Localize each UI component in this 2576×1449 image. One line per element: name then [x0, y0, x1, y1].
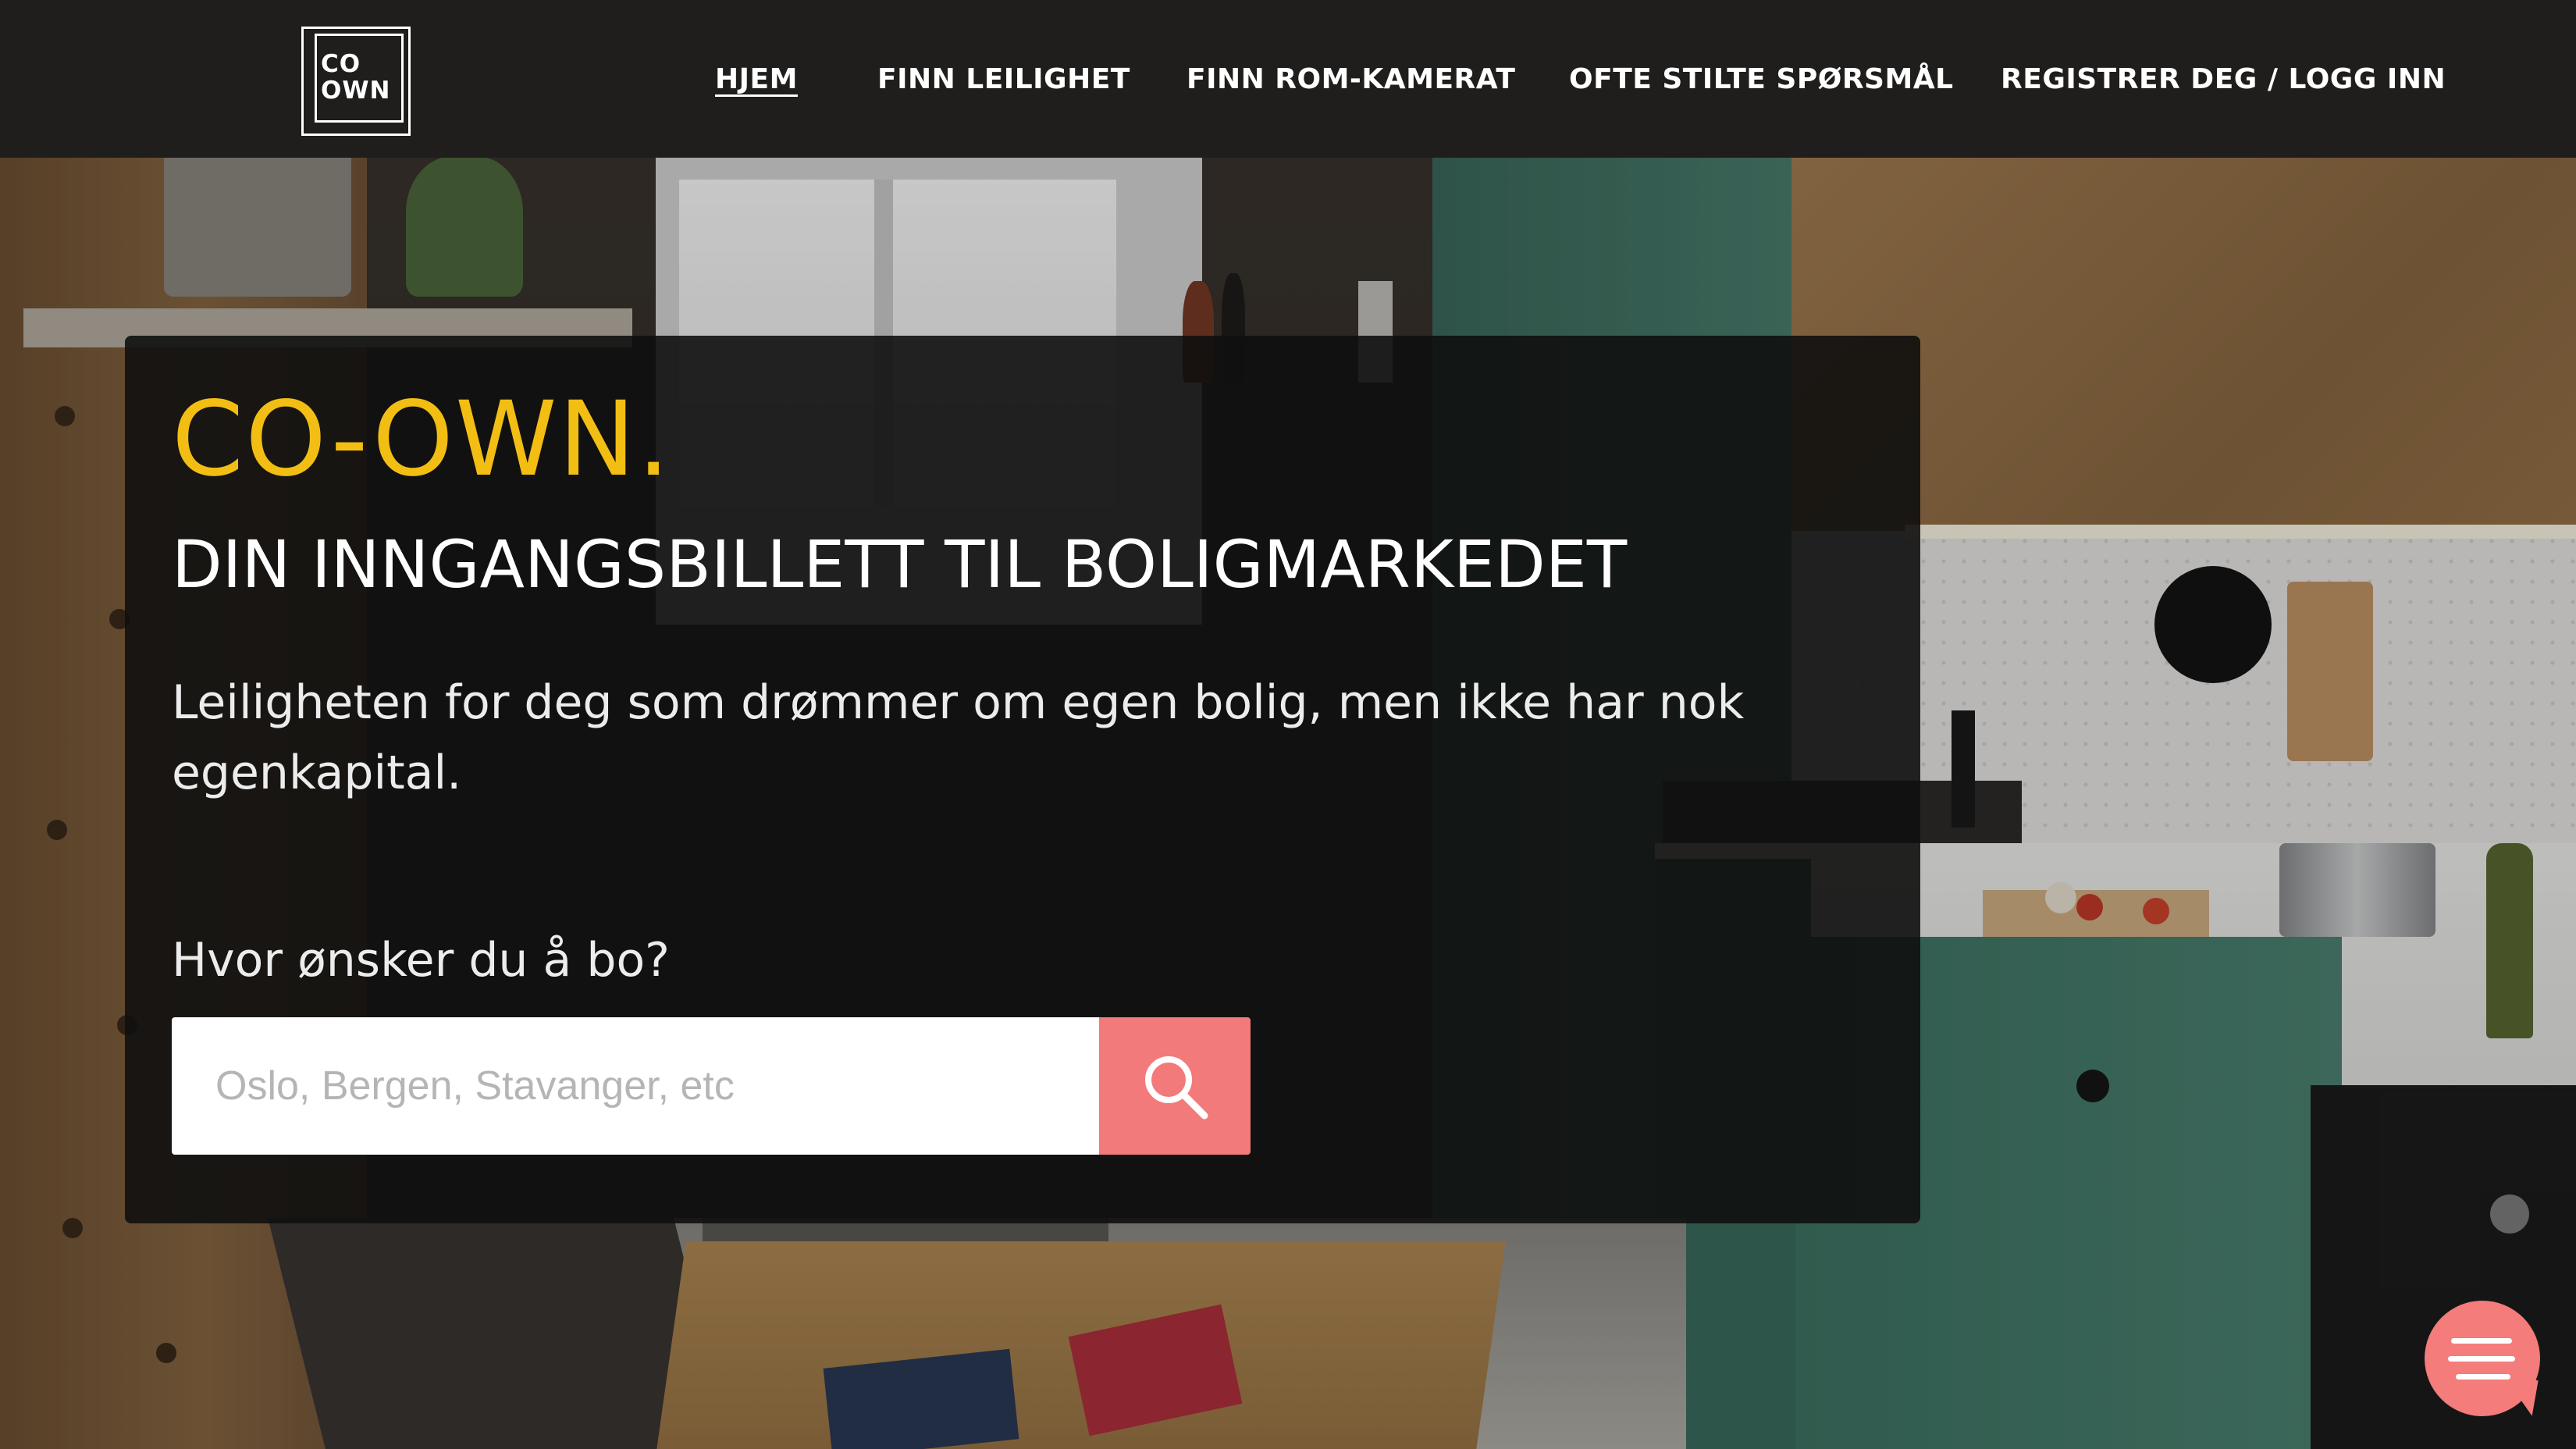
nav-link-hjem[interactable]: HJEM: [715, 62, 798, 97]
search-icon: [1145, 1056, 1208, 1120]
logo-line-1: CO: [321, 50, 361, 78]
nav-link-finn-leilighet[interactable]: FINN LEILIGHET: [877, 62, 1130, 97]
co-own-logo[interactable]: CO OWN: [301, 27, 411, 136]
hero-subtitle: DIN INNGANGSBILLETT TIL BOLIGMARKEDET: [172, 526, 1628, 603]
nav-link-registrer-logg-inn[interactable]: REGISTRER DEG / LOGG INN: [2001, 62, 2446, 97]
chat-widget-button[interactable]: [2425, 1301, 2540, 1416]
nav-link-ofte-stilte-sporsmal[interactable]: OFTE STILTE SPØRSMÅL: [1569, 62, 1954, 97]
hero-panel: CO-OWN. DIN INNGANGSBILLETT TIL BOLIGMAR…: [125, 336, 1920, 1223]
logo-text: CO OWN: [321, 51, 391, 104]
search-label: Hvor ønsker du å bo?: [172, 933, 670, 988]
nav-link-finn-rom-kamerat[interactable]: FINN ROM-KAMERAT: [1187, 62, 1515, 97]
top-navigation-bar: CO OWN HJEM FINN LEILIGHET FINN ROM-KAME…: [0, 0, 2576, 158]
search-button[interactable]: [1099, 1017, 1251, 1155]
hero-title: CO-OWN.: [172, 379, 672, 500]
location-search-input[interactable]: [172, 1017, 1099, 1155]
logo-line-2: OWN: [321, 77, 391, 105]
hero-description: Leiligheten for deg som drømmer om egen …: [172, 675, 1745, 800]
